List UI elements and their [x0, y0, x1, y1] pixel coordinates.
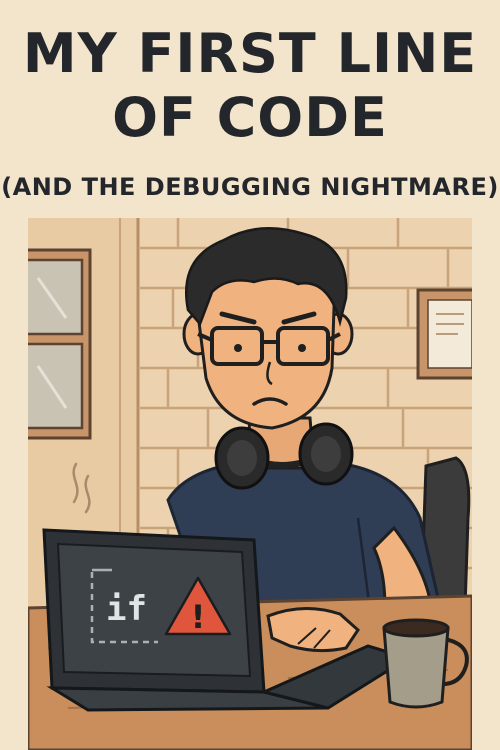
svg-text:!: ! — [191, 598, 206, 636]
poster-subtitle: (AND THE DEBUGGING NIGHTMARE) — [1, 173, 499, 201]
title-line-2: OF CODE — [112, 86, 388, 149]
picture-frame — [416, 288, 472, 380]
screen-code: if — [106, 589, 147, 629]
window — [28, 248, 92, 440]
poster-title: MY FIRST LINE OF CODE — [0, 22, 500, 150]
developer-illustration: if ! — [28, 218, 472, 750]
title-line-1: MY FIRST LINE — [22, 22, 478, 85]
poster: MY FIRST LINE OF CODE (AND THE DEBUGGING… — [0, 0, 500, 750]
laptop-screen — [56, 542, 252, 678]
